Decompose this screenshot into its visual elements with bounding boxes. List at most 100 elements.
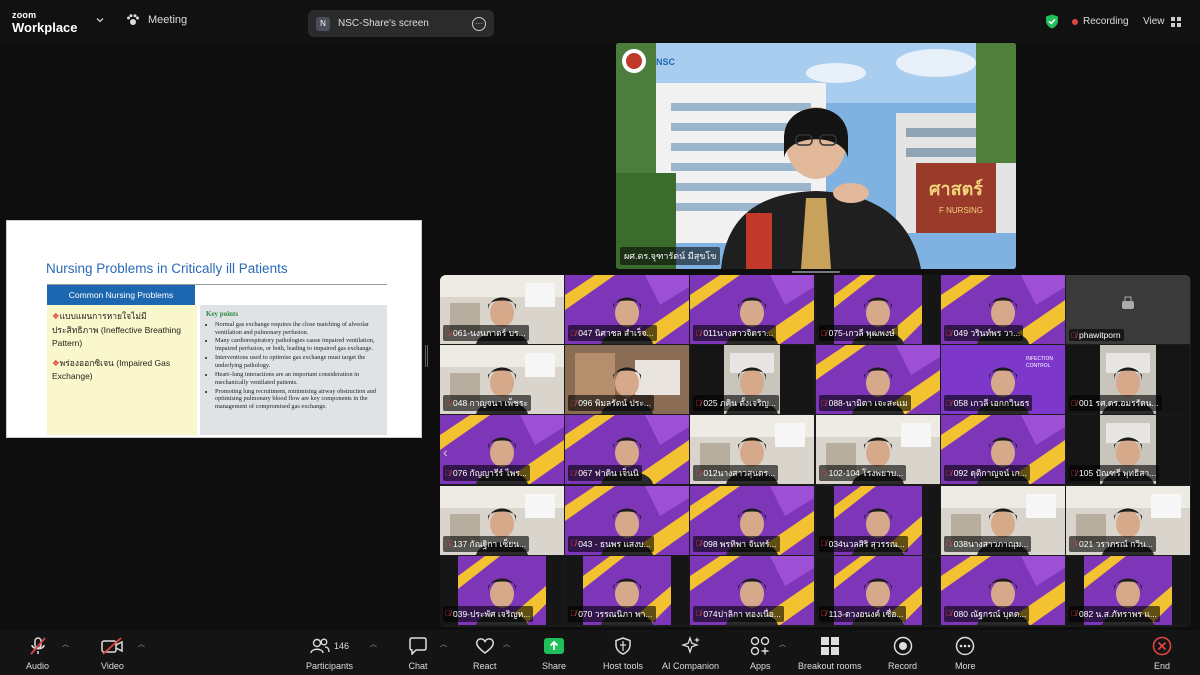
previous-page-icon[interactable]: ‹: [443, 444, 448, 460]
split-resize-handle[interactable]: [425, 345, 428, 367]
slide-band-label: Common Nursing Problems: [47, 285, 195, 305]
participant-tile[interactable]: 🎙̸ 102-104 โรงพยาบ...: [815, 415, 940, 485]
participant-name-label: 🎙̸ 074ปาลิกา ทองเนื่อ...: [693, 605, 784, 622]
meeting-toolbar: Audio ︿ Video ︿ 146 Participants ︿ Chat …: [0, 630, 1200, 675]
audio-options-caret-icon[interactable]: ︿: [62, 639, 69, 649]
participant-tile[interactable]: 🎙̸ 074ปาลิกา ทองเนื่อ...: [690, 555, 815, 625]
active-speaker-video[interactable]: ศาสตร์ F NURSING NSC ผศ.ดร.จุฑารัตน์ มีส…: [616, 43, 1016, 269]
host-tools-button[interactable]: Host tools: [603, 634, 643, 671]
microphone-muted-icon: 🎙̸: [695, 328, 702, 338]
slide-key-points: Key points Normal gas exchange requires …: [200, 305, 387, 435]
participant-tile[interactable]: 🎙̸ 070 วรรณนิภา พา...: [565, 555, 690, 625]
sharer-avatar: N: [316, 16, 330, 31]
participant-name-label: 🎙̸ 137 กัณฐิกา เซ็ยน...: [443, 535, 530, 552]
participant-tile[interactable]: 🎙̸ 012นางสาวสุนดร...: [690, 415, 815, 485]
participant-name: 058 เกวลี เอกกวินธร: [953, 398, 1030, 409]
microphone-muted-icon: 🎙̸: [570, 328, 577, 338]
microphone-muted-icon: 🎙̸: [945, 609, 952, 619]
participant-tile[interactable]: 🎙̸ 048 กาญจนา เพ็ชระ: [440, 345, 564, 415]
microphone-muted-icon: 🎙̸: [1071, 398, 1077, 408]
participant-tile[interactable]: 🎙̸ 021 วราภรณ์ กวิน...: [1066, 485, 1190, 555]
svg-text:INFECTION: INFECTION: [1026, 356, 1053, 362]
microphone-muted-icon: 🎙̸: [445, 328, 451, 338]
react-button[interactable]: React: [473, 634, 497, 671]
participant-tile[interactable]: 🎙̸ 025 ภคิน ตั้งเจริญ...: [690, 345, 815, 415]
meeting-menu[interactable]: Meeting: [126, 14, 187, 26]
zoom-logo[interactable]: zoom Workplace: [12, 10, 78, 35]
record-button[interactable]: Record: [888, 634, 917, 671]
participant-tile[interactable]: 🎙̸ 038นางสาวภาณุม...: [940, 485, 1065, 555]
view-button[interactable]: View: [1143, 16, 1181, 27]
apps-options-caret-icon[interactable]: ︿: [779, 639, 786, 649]
key-points-title: Key points: [206, 310, 239, 318]
share-button[interactable]: Share: [542, 634, 566, 671]
participant-name-label: 🎙̸ 092 ดุติกาญจน์ เก...: [943, 465, 1030, 482]
microphone-muted-icon: 🎙̸: [695, 609, 702, 619]
participant-name: 096 พิมลรัตน์ ประ...: [578, 398, 652, 409]
participant-tile[interactable]: 🎙̸ 001 รศ.ดร.อมรรัตน...: [1066, 345, 1190, 415]
participant-tile[interactable]: 🎙̸ 049 วรินท์พร วา...: [940, 275, 1065, 344]
participant-name: 074ปาลิกา ทองเนื่อ...: [703, 608, 781, 619]
participant-name: 061-นงนภาดร์ บร...: [453, 328, 526, 338]
participant-tile[interactable]: 🎙̸ 039-ประพัศ เจริญห...: [440, 555, 564, 625]
chat-options-caret-icon[interactable]: ︿: [440, 639, 447, 649]
slide-problem-list: ❖แบบแผนการหายใจไม่มีประสิทธิภาพ (Ineffec…: [47, 305, 197, 435]
participant-name: 067 ฟาดิน เจ็นนิ: [578, 468, 639, 479]
participant-name: 098 พรทิพา จันทร์...: [703, 538, 777, 549]
ai-companion-button[interactable]: AI Companion: [662, 634, 719, 671]
key-point: Interventions used to optimise gas excha…: [215, 354, 381, 370]
more-button[interactable]: More: [955, 634, 976, 671]
participants-options-caret-icon[interactable]: ︿: [370, 639, 377, 649]
participant-tile[interactable]: 🎙̸ 011นางสาวจิดรา...: [690, 275, 815, 344]
participant-name-label: 🎙̸ 096 พิมลรัตน์ ประ...: [568, 395, 655, 412]
participant-tile[interactable]: 🎙̸ 075-เกวลี พุฒพงษ์: [815, 275, 940, 344]
apps-button[interactable]: Apps: [750, 634, 771, 671]
microphone-muted-icon: 🎙̸: [570, 609, 577, 619]
breakout-rooms-label: Breakout rooms: [798, 661, 862, 671]
more-options-icon[interactable]: ···: [472, 16, 486, 31]
participant-tile[interactable]: 🎙̸ 113-ดวงอนงค์ เซื่อ...: [815, 555, 940, 625]
participant-tile[interactable]: 🎙̸ 092 ดุติกาญจน์ เก...: [940, 415, 1065, 485]
chat-button[interactable]: Chat: [408, 634, 428, 671]
participant-tile[interactable]: 🎙̸ 096 พิมลรัตน์ ประ...: [565, 345, 690, 415]
participants-button[interactable]: 146 Participants: [306, 634, 353, 671]
participant-tile[interactable]: 🎙̸ 080 ณัฐกรณ์ บุตต...: [940, 555, 1065, 625]
chevron-down-icon[interactable]: [96, 16, 104, 24]
breakout-rooms-icon: [820, 637, 839, 655]
svg-text:CONTROL: CONTROL: [1026, 363, 1051, 369]
participant-tile[interactable]: 🎙̸ 098 พรทิพา จันทร์...: [690, 485, 815, 555]
apps-label: Apps: [750, 661, 771, 671]
security-shield-icon[interactable]: [1045, 14, 1059, 29]
slide-title: Nursing Problems in Critically ill Patie…: [46, 261, 288, 276]
participant-tile[interactable]: 🎙̸ 082 น.ส.ภัทราพร แ...: [1066, 555, 1190, 625]
participant-tile[interactable]: 🎙̸ 061-นงนภาดร์ บร...: [440, 275, 564, 344]
end-meeting-button[interactable]: End: [1152, 634, 1172, 671]
participant-name-label: 🎙̸ 043 - ธนพร แสงบ...: [568, 535, 654, 552]
recording-indicator[interactable]: Recording: [1072, 16, 1129, 27]
breakout-rooms-button[interactable]: Breakout rooms: [798, 634, 862, 671]
camera-off-icon: [101, 637, 124, 655]
participant-tile[interactable]: 🎙̸ 105 ปัณฑรี พุทธิสา...: [1066, 415, 1190, 485]
logo-line1: zoom: [12, 10, 37, 20]
resize-bar[interactable]: [792, 271, 840, 273]
participant-tile[interactable]: 🎙̸ 067 ฟาดิน เจ็นนิ: [565, 415, 690, 485]
microphone-muted-icon: 🎙̸: [820, 539, 827, 549]
audio-button[interactable]: Audio: [26, 634, 49, 671]
participant-tile[interactable]: 🎙̸ 047 นิศาชล สำเร็จ...: [565, 275, 690, 344]
participant-tile[interactable]: 🎙̸ phawitporn: [1066, 275, 1190, 344]
participant-tile[interactable]: INFECTION CONTROL 🎙̸ 058 เกวลี เอกกวินธร: [940, 345, 1065, 415]
screen-share-indicator[interactable]: N NSC-Share's screen ···: [308, 10, 494, 37]
microphone-muted-icon: 🎙̸: [570, 539, 577, 549]
participant-tile[interactable]: 🎙̸ 076 กัญญารีร์ ไพร...: [440, 415, 564, 485]
video-button[interactable]: Video: [101, 634, 124, 671]
participant-tile[interactable]: 🎙̸ 088-นามิตา เจะสะแม: [815, 345, 940, 415]
video-options-caret-icon[interactable]: ︿: [138, 639, 145, 649]
participant-tile[interactable]: 🎙̸ 034นวลสิริ สุวรรณ...: [815, 485, 940, 555]
slide-problem-item: ❖พร่องออกซิเจน (Impaired Gas Exchange): [52, 357, 192, 384]
participant-name: 070 วรรณนิภา พา...: [578, 608, 653, 619]
react-options-caret-icon[interactable]: ︿: [503, 639, 510, 649]
participant-tile[interactable]: 🎙̸ 043 - ธนพร แสงบ...: [565, 485, 690, 555]
key-point: Many cardiorespiratory pathologies cause…: [215, 337, 381, 353]
microphone-muted-icon: 🎙̸: [1071, 468, 1077, 478]
participant-tile[interactable]: 🎙̸ 137 กัณฐิกา เซ็ยน...: [440, 485, 564, 555]
